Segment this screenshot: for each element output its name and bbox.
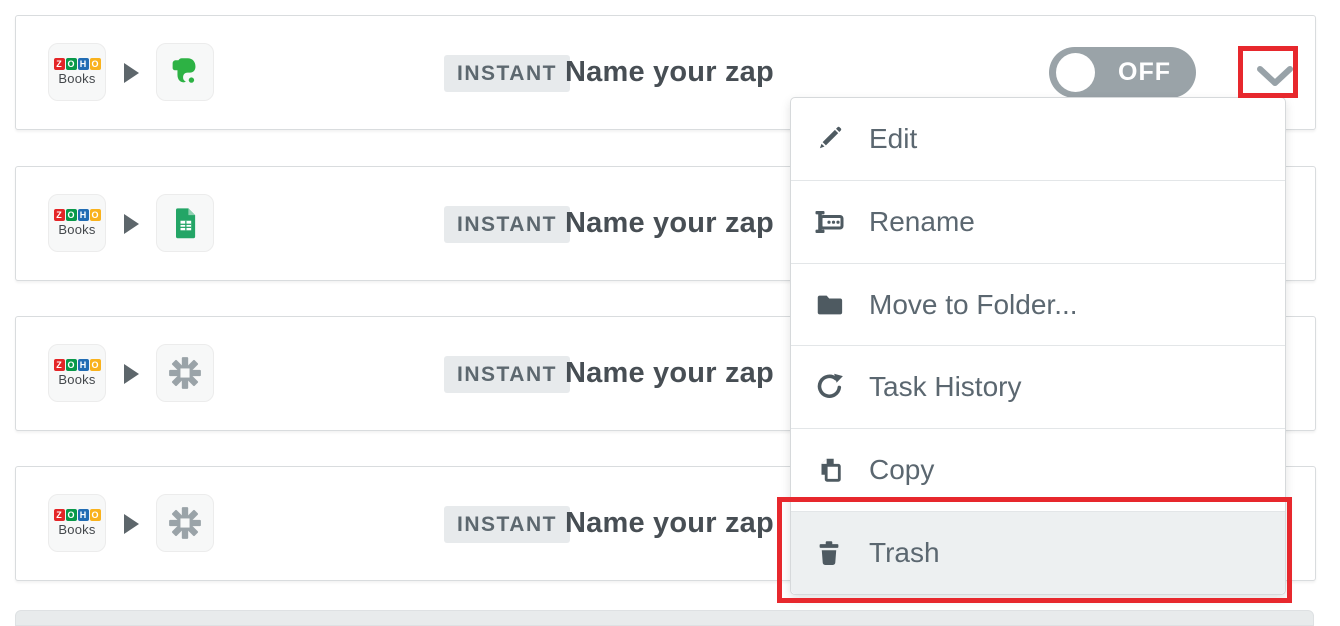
menu-item-trash[interactable]: Trash: [791, 511, 1285, 594]
zoho-letter: Z: [54, 209, 65, 221]
zoho-books-icon: Z O H O Books: [48, 43, 106, 101]
row-menu-chevron-button[interactable]: [1247, 57, 1303, 97]
zapier-placeholder-icon: [156, 344, 214, 402]
instant-badge: INSTANT: [444, 506, 570, 543]
chevron-down-icon: [1255, 65, 1295, 89]
zoho-letter: H: [78, 359, 89, 371]
asterisk-icon: [167, 505, 203, 541]
pencil-icon: [812, 122, 846, 156]
zoho-logo: Z O H O: [54, 209, 101, 221]
row-actions-dropdown-menu: Edit Rename Move to Folder...: [790, 97, 1286, 595]
menu-item-label: Move to Folder...: [869, 289, 1078, 321]
zoho-logo: Z O H O: [54, 58, 101, 70]
zoho-letter: O: [90, 359, 101, 371]
zap-title[interactable]: Name your zap: [565, 56, 774, 89]
zoho-logo: Z O H O: [54, 509, 101, 521]
zoho-books-label: Books: [58, 71, 95, 86]
history-refresh-icon: [812, 370, 846, 404]
on-off-toggle[interactable]: OFF: [1049, 47, 1196, 98]
zoho-books-icon: Z O H O Books: [48, 344, 106, 402]
zoho-letter: Z: [54, 509, 65, 521]
evernote-icon: [156, 43, 214, 101]
zoho-letter: O: [90, 509, 101, 521]
asterisk-icon: [167, 355, 203, 391]
zoho-letter: O: [66, 209, 77, 221]
menu-item-rename[interactable]: Rename: [791, 180, 1285, 263]
google-sheets-icon: [156, 194, 214, 252]
menu-item-label: Edit: [869, 123, 917, 155]
zoho-letter: H: [78, 209, 89, 221]
zoho-letter: O: [90, 209, 101, 221]
menu-item-edit[interactable]: Edit: [791, 98, 1285, 180]
arrow-right-icon: [124, 214, 139, 234]
zoho-letter: O: [90, 58, 101, 70]
menu-item-label: Trash: [869, 537, 940, 569]
rename-icon: [812, 205, 846, 239]
instant-badge: INSTANT: [444, 356, 570, 393]
zoho-letter: Z: [54, 58, 65, 70]
zap-title[interactable]: Name your zap: [565, 507, 774, 540]
menu-item-copy[interactable]: Copy: [791, 428, 1285, 511]
next-row-partial: [15, 610, 1314, 626]
zoho-letter: O: [66, 58, 77, 70]
evernote-elephant-icon: [167, 54, 203, 90]
folder-icon: [812, 288, 846, 322]
arrow-right-icon: [124, 514, 139, 534]
zoho-letter: O: [66, 509, 77, 521]
toggle-off-label: OFF: [1118, 58, 1171, 87]
zoho-books-label: Books: [58, 522, 95, 537]
zoho-books-icon: Z O H O Books: [48, 494, 106, 552]
copy-icon: [812, 453, 846, 487]
zoho-books-label: Books: [58, 222, 95, 237]
instant-badge: INSTANT: [444, 206, 570, 243]
menu-item-label: Task History: [869, 371, 1021, 403]
zoho-letter: O: [66, 359, 77, 371]
zoho-books-label: Books: [58, 372, 95, 387]
menu-item-label: Rename: [869, 206, 975, 238]
zoho-letter: Z: [54, 359, 65, 371]
menu-item-task-history[interactable]: Task History: [791, 345, 1285, 428]
zoho-letter: H: [78, 509, 89, 521]
zapier-placeholder-icon: [156, 494, 214, 552]
trash-icon: [812, 536, 846, 570]
zoho-logo: Z O H O: [54, 359, 101, 371]
zoho-letter: H: [78, 58, 89, 70]
arrow-right-icon: [124, 63, 139, 83]
menu-item-label: Copy: [869, 454, 934, 486]
toggle-knob[interactable]: [1056, 53, 1095, 92]
google-sheets-doc-icon: [167, 205, 203, 241]
zoho-books-icon: Z O H O Books: [48, 194, 106, 252]
instant-badge: INSTANT: [444, 55, 570, 92]
zap-title[interactable]: Name your zap: [565, 357, 774, 390]
zap-title[interactable]: Name your zap: [565, 207, 774, 240]
menu-item-move-to-folder[interactable]: Move to Folder...: [791, 263, 1285, 346]
arrow-right-icon: [124, 364, 139, 384]
